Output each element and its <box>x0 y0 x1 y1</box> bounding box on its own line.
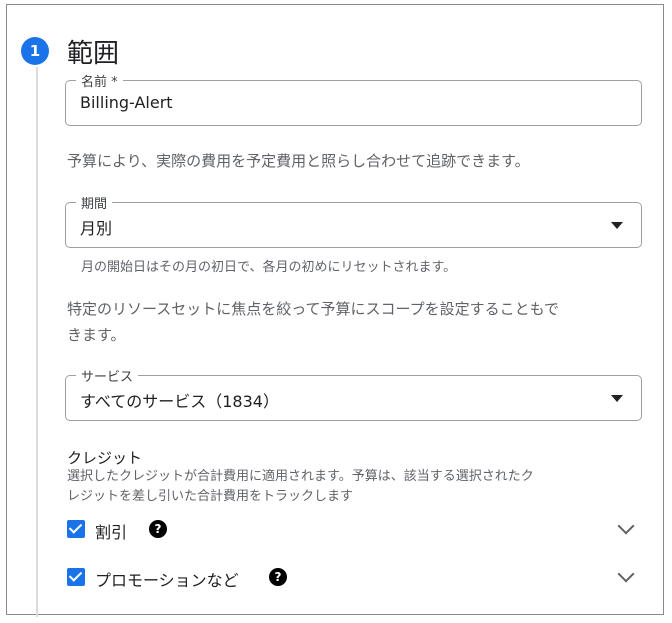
resource-description-line2: きます。 <box>67 326 126 344</box>
credit-item-label: プロモーションなど <box>95 571 239 590</box>
discount-checkbox[interactable] <box>67 520 85 538</box>
scope-description: 予算により、実際の費用を予定費用と照らし合わせて追跡できます。 <box>67 152 530 170</box>
credit-item-discount[interactable]: 割引 ? <box>65 515 642 545</box>
services-select[interactable]: サービス すべてのサービス（1834） <box>65 366 642 421</box>
help-icon[interactable]: ? <box>269 568 287 586</box>
help-icon[interactable]: ? <box>149 520 167 538</box>
period-hint: 月の開始日はその月の初日で、各月の初めにリセットされます。 <box>81 260 457 275</box>
credit-item-promotions[interactable]: プロモーションなど ? <box>65 563 642 593</box>
budget-scope-panel: 1 範囲 名前 * Billing-Alert 予算により、実際の費用を予定費用… <box>6 4 664 617</box>
credit-item-label: 割引 <box>95 523 128 542</box>
step-title: 範囲 <box>67 39 120 69</box>
period-field-value: 月別 <box>80 219 113 238</box>
promotions-checkbox[interactable] <box>67 568 85 586</box>
chevron-down-icon[interactable] <box>617 517 635 535</box>
name-field-label: 名前 * <box>76 71 123 90</box>
chevron-down-icon[interactable] <box>617 565 635 583</box>
name-field[interactable]: 名前 * Billing-Alert <box>65 71 642 126</box>
services-field-label: サービス <box>76 366 139 385</box>
dropdown-arrow-icon[interactable] <box>611 222 623 229</box>
credits-description-line1: 選択したクレジットが合計費用に適用されます。予算は、該当する選択されたク <box>67 469 534 484</box>
credits-title: クレジット <box>67 449 143 467</box>
credits-description-line2: レジットを差し引いた合計費用をトラックします <box>67 489 354 504</box>
period-select[interactable]: 期間 月別 <box>65 193 642 248</box>
step-number-badge: 1 <box>21 37 49 65</box>
services-field-value: すべてのサービス（1834） <box>80 392 279 411</box>
name-field-value[interactable]: Billing-Alert <box>80 93 173 112</box>
credits-description: 選択したクレジットが合計費用に適用されます。予算は、該当する選択されたク レジッ… <box>67 467 642 507</box>
dropdown-arrow-icon[interactable] <box>611 395 623 402</box>
step-connector-line <box>36 67 38 617</box>
resource-description-line1: 特定のリソースセットに焦点を絞って予算にスコープを設定することもで <box>67 300 560 318</box>
period-field-label: 期間 <box>76 193 113 212</box>
